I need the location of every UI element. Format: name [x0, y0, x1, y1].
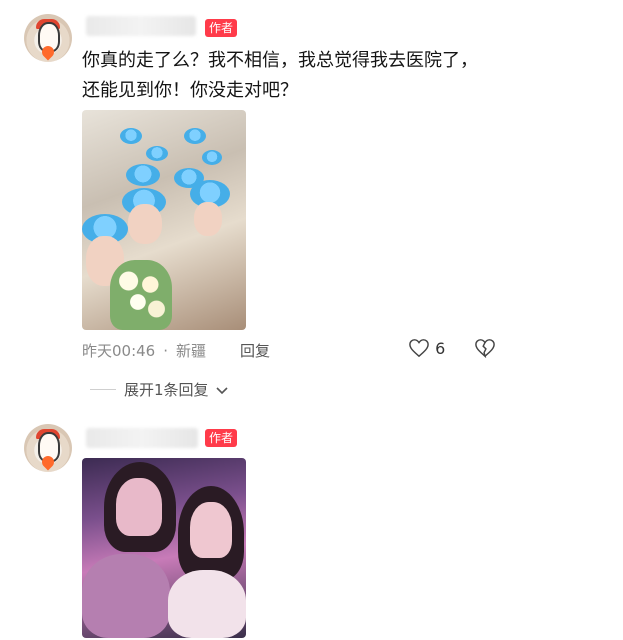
commenter-avatar[interactable]	[24, 14, 72, 62]
photo-flowers-shape	[110, 260, 172, 330]
photo-shape	[184, 128, 206, 144]
expand-divider	[90, 389, 116, 390]
photo-shape	[82, 554, 170, 638]
meta-separator: ·	[163, 342, 169, 360]
photo-shape	[128, 204, 162, 244]
photo-shape	[126, 164, 160, 186]
broken-heart-icon	[475, 339, 495, 359]
photo-shape	[168, 570, 246, 638]
commenter-name-blurred[interactable]	[86, 428, 198, 448]
comment-location: 新疆	[176, 342, 207, 360]
chevron-down-icon	[216, 387, 228, 395]
commenter-avatar[interactable]	[24, 424, 72, 472]
comment-photo[interactable]	[82, 110, 246, 330]
comment-text: 你真的走了么？我不相信，我总觉得我去医院了，还能见到你！你没走对吧？	[82, 50, 478, 101]
reply-button[interactable]: 回复	[240, 340, 270, 361]
comment-photo[interactable]	[82, 458, 246, 638]
photo-shape	[190, 502, 232, 558]
photo-shape	[146, 146, 168, 161]
author-badge: 作者	[205, 429, 238, 447]
author-badge: 作者	[205, 19, 238, 37]
expand-replies-label: 展开1条回复	[124, 381, 209, 399]
comment-time: 昨天00:46	[82, 342, 156, 360]
dislike-button[interactable]	[474, 338, 496, 362]
like-count: 6	[435, 339, 446, 358]
photo-shape	[120, 128, 142, 144]
comment-meta: 昨天00:46 · 新疆	[82, 340, 206, 361]
photo-shape	[116, 478, 162, 536]
photo-shape	[194, 202, 222, 236]
heart-icon	[409, 339, 429, 358]
expand-replies-button[interactable]: 展开1条回复	[124, 379, 229, 400]
photo-shape	[202, 150, 222, 165]
commenter-name-blurred[interactable]	[86, 16, 196, 36]
like-button[interactable]: 6	[408, 338, 445, 358]
